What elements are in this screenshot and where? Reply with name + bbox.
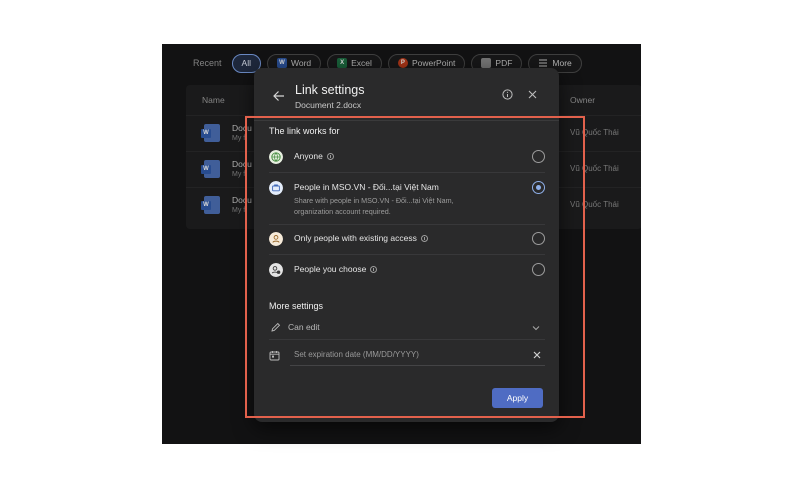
clear-icon[interactable] bbox=[532, 350, 542, 360]
permission-value: Can edit bbox=[288, 322, 320, 332]
expiration-date-input[interactable]: Set expiration date (MM/DD/YYYY) bbox=[294, 350, 419, 359]
radio-people-in-org[interactable] bbox=[532, 181, 545, 194]
back-arrow-icon[interactable] bbox=[272, 89, 286, 103]
divider bbox=[269, 254, 545, 255]
info-icon[interactable] bbox=[420, 234, 428, 242]
radio-people-you-choose[interactable] bbox=[532, 263, 545, 276]
apply-button[interactable]: Apply bbox=[492, 388, 543, 408]
dialog-title: Link settings bbox=[295, 83, 365, 97]
input-underline bbox=[290, 365, 545, 366]
radio-existing-access[interactable] bbox=[532, 232, 545, 245]
option-label: Anyone bbox=[294, 151, 323, 161]
option-label: People in MSO.VN - Đối...tại Việt Nam bbox=[294, 182, 439, 192]
expiration-date-field[interactable]: Set expiration date (MM/DD/YYYY) bbox=[269, 348, 545, 366]
info-icon[interactable] bbox=[370, 265, 378, 273]
divider bbox=[269, 224, 545, 225]
divider bbox=[269, 339, 545, 340]
document-name: Document 2.docx bbox=[295, 100, 362, 110]
section-title-link-works-for: The link works for bbox=[269, 126, 340, 136]
person-icon bbox=[269, 232, 283, 246]
radio-anyone[interactable] bbox=[532, 150, 545, 163]
option-label: Only people with existing access bbox=[294, 233, 417, 243]
info-icon[interactable] bbox=[502, 89, 513, 100]
permission-dropdown[interactable]: Can edit bbox=[269, 320, 545, 338]
chevron-down-icon bbox=[532, 326, 540, 331]
calendar-icon bbox=[269, 351, 280, 361]
section-title-more-settings: More settings bbox=[269, 301, 324, 311]
people-icon bbox=[269, 263, 283, 277]
globe-icon bbox=[269, 150, 283, 164]
header-divider bbox=[254, 120, 559, 121]
link-settings-dialog: Link settings Document 2.docx The link w… bbox=[254, 68, 559, 422]
close-icon[interactable] bbox=[527, 89, 538, 100]
divider bbox=[269, 172, 545, 173]
info-icon[interactable] bbox=[326, 152, 334, 160]
briefcase-icon bbox=[269, 181, 283, 195]
option-label: People you choose bbox=[294, 264, 367, 274]
pencil-icon bbox=[271, 322, 281, 332]
option-description: Share with people in MSO.VN - Đối...tại … bbox=[294, 196, 454, 216]
